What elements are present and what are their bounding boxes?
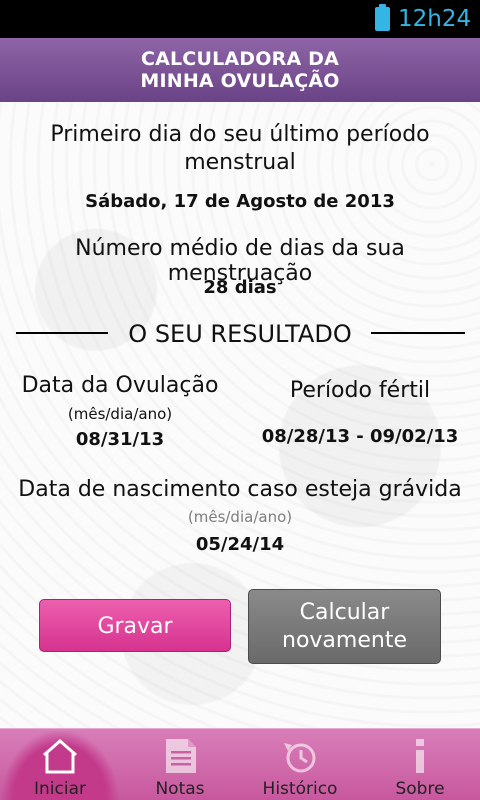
recalculate-label-line1: Calcular — [299, 600, 390, 625]
nav-label-home: Iniciar — [34, 779, 86, 799]
home-icon — [0, 735, 120, 775]
nav-item-notes[interactable]: Notas — [120, 729, 240, 800]
history-icon — [240, 735, 360, 775]
status-clock: 12h24 — [398, 6, 472, 32]
save-button[interactable]: Gravar — [39, 599, 231, 652]
status-bar: 12h24 — [0, 0, 480, 38]
nav-label-history: Histórico — [262, 779, 338, 799]
last-period-label-line1: Primeiro dia do seu último período — [50, 122, 430, 147]
last-period-value[interactable]: Sábado, 17 de Agosto de 2013 — [0, 191, 480, 212]
app-title-line2: MINHA OVULAÇÃO — [140, 70, 340, 92]
result-heading: O SEU RESULTADO — [128, 320, 352, 348]
nav-item-home[interactable]: Iniciar — [0, 729, 120, 800]
birth-format-hint: (mês/dia/ano) — [187, 508, 293, 526]
fertile-period-range: 08/28/13 - 09/02/13 — [261, 426, 459, 447]
nav-item-history[interactable]: Histórico — [240, 729, 360, 800]
fertile-period-label: Período fértil — [289, 378, 431, 403]
nav-label-notes: Notas — [155, 779, 205, 799]
info-icon — [360, 735, 480, 775]
recalculate-label-line2: novamente — [282, 628, 407, 653]
nav-item-about[interactable]: Sobre — [360, 729, 480, 800]
last-period-label-line2: menstrual — [184, 150, 296, 175]
app-title-line1: CALCULADORA DA — [140, 48, 340, 70]
birth-date: 05/24/14 — [195, 534, 285, 555]
birth-date-label: Data de nascimento caso esteja grávida — [18, 477, 462, 502]
notes-icon — [120, 735, 240, 775]
ovulation-format-hint: (mês/dia/ano) — [67, 405, 173, 423]
bottom-navigation: Iniciar Notas Histórico Sobre — [0, 728, 480, 800]
ovulation-date: 08/31/13 — [75, 429, 165, 450]
nav-label-about: Sobre — [395, 779, 445, 799]
ovulation-label: Data da Ovulação — [21, 373, 219, 398]
recalculate-button[interactable]: Calcular novamente — [248, 589, 441, 664]
battery-icon — [375, 4, 390, 31]
result-divider-right — [371, 332, 465, 334]
app-title-bar: CALCULADORA DA MINHA OVULAÇÃO — [0, 38, 480, 102]
cycle-length-value[interactable]: 28 dias — [0, 277, 480, 298]
